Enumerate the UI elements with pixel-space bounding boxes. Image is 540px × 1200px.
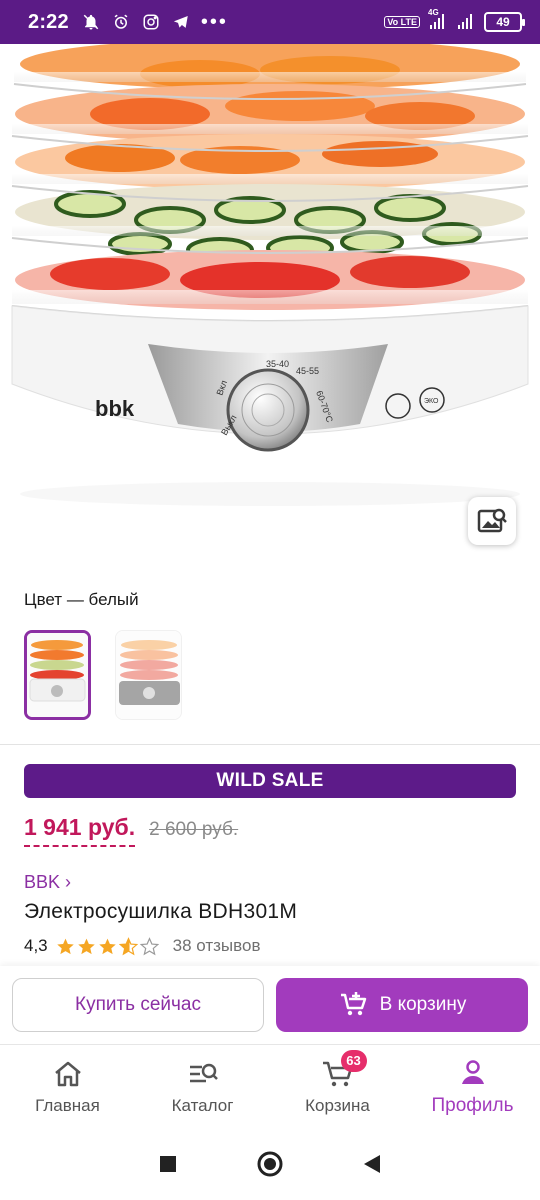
home-system-button[interactable]	[256, 1150, 284, 1178]
more-notifications-icon: •••	[200, 11, 228, 33]
cart-add-icon	[340, 992, 366, 1016]
signal-icon	[456, 12, 476, 32]
home-circle-icon	[257, 1151, 283, 1177]
color-thumb-alt[interactable]	[115, 630, 182, 720]
battery-icon: 49	[484, 12, 525, 32]
action-bar: Купить сейчас В корзину	[0, 966, 540, 1044]
star-icon	[56, 938, 74, 954]
brand-logo: bbk	[95, 396, 135, 421]
image-search-button[interactable]	[468, 497, 516, 545]
signal-4g-icon: 4G	[428, 8, 448, 32]
instagram-icon	[141, 12, 161, 32]
product-image[interactable]: bbk 35-40 45-55 60-70°C Вкл Выкл ЭКО	[0, 44, 540, 564]
dehydrator-illustration: bbk 35-40 45-55 60-70°C Вкл Выкл ЭКО	[11, 44, 529, 506]
color-thumb-white[interactable]	[24, 630, 91, 720]
product-title: Электросушилка BDH301M	[24, 900, 298, 923]
volte-icon: Vo LTE	[384, 16, 420, 28]
back-button[interactable]	[362, 1153, 382, 1175]
add-to-cart-label: В корзину	[379, 994, 467, 1015]
thumb-image-alt	[116, 631, 181, 719]
price-current[interactable]: 1 941 руб.	[24, 814, 136, 847]
star-half-icon	[118, 936, 138, 955]
nav-cart-label: Корзина	[305, 1095, 370, 1115]
dial-mark-45-55: 45-55	[296, 366, 319, 376]
add-to-cart-button[interactable]: В корзину	[276, 978, 528, 1032]
cart-count-badge: 63	[340, 1049, 367, 1072]
nav-home-label: Главная	[35, 1095, 100, 1115]
nav-home[interactable]: Главная	[0, 1045, 135, 1128]
price-row: 1 941 руб. 2 600 руб.	[24, 814, 238, 847]
dial-mark-35-40: 35-40	[266, 359, 289, 369]
catalog-search-icon	[189, 1063, 218, 1082]
sale-banner: WILD SALE	[24, 764, 516, 798]
system-nav-bar	[0, 1128, 540, 1200]
profile-icon	[461, 1059, 484, 1084]
home-icon	[54, 1061, 81, 1086]
back-triangle-icon	[364, 1155, 380, 1173]
nav-profile-label: Профиль	[431, 1094, 514, 1116]
nav-catalog[interactable]: Каталог	[135, 1045, 270, 1128]
battery-level: 49	[496, 15, 510, 29]
nav-catalog-label: Каталог	[171, 1095, 234, 1115]
recents-button[interactable]	[158, 1154, 178, 1174]
recents-square-icon	[160, 1156, 176, 1172]
buy-now-button[interactable]: Купить сейчас	[12, 978, 264, 1032]
price-old: 2 600 руб.	[149, 819, 239, 840]
brand-link[interactable]: BBK ›	[24, 872, 71, 893]
bottom-nav: Главная Каталог 63 Корзина Профиль	[0, 1044, 540, 1128]
svg-text:ЭКО: ЭКО	[424, 398, 439, 405]
color-thumbnails	[24, 630, 182, 720]
star-empty-icon	[139, 936, 159, 955]
star-icon	[98, 938, 116, 954]
thumb-image	[27, 633, 88, 717]
network-type: 4G	[428, 8, 439, 17]
star-icon	[77, 938, 95, 954]
divider	[0, 744, 540, 745]
alarm-icon	[111, 12, 131, 32]
status-time: 2:22	[28, 10, 69, 33]
rating-value: 4,3	[24, 936, 48, 955]
color-label: Цвет — белый	[24, 590, 139, 609]
image-search-icon	[477, 508, 507, 533]
rating-stars	[56, 936, 159, 956]
notifications-off-icon	[81, 12, 101, 32]
nav-profile[interactable]: Профиль	[405, 1045, 540, 1128]
nav-cart[interactable]: 63 Корзина	[270, 1045, 405, 1128]
status-bar: 2:22 ••• Vo LTE 4G 49	[0, 0, 540, 44]
telegram-icon	[171, 12, 191, 32]
rating-row[interactable]: 4,3 38 отзывов	[24, 936, 260, 956]
reviews-link[interactable]: 38 отзывов	[173, 936, 261, 956]
